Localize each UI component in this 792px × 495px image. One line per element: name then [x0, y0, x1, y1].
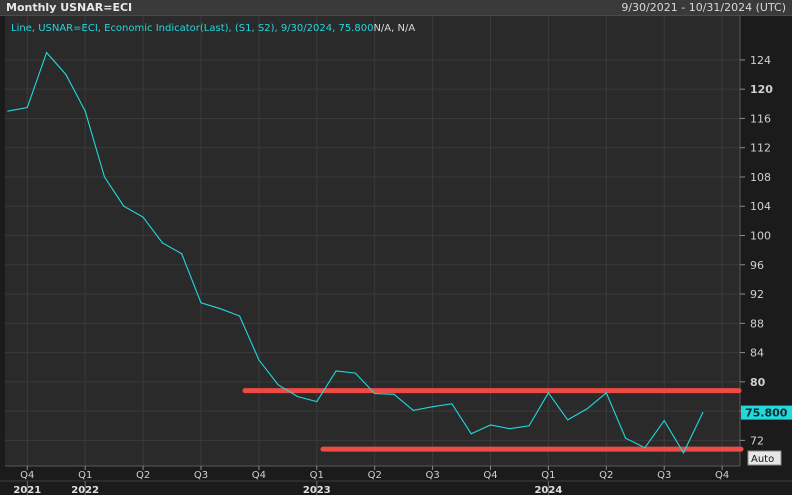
y-tick-label: 88 [750, 317, 764, 330]
data-point [663, 420, 665, 422]
line-chart: 72768084889296100104108112116120124 Q4Q1… [0, 16, 792, 495]
data-point [26, 106, 28, 109]
y-tick-label: 100 [750, 230, 771, 243]
x-tick-label: Q2 [136, 470, 150, 481]
data-point [354, 372, 356, 374]
y-tick-label: 96 [750, 259, 764, 272]
auto-button-label[interactable]: Auto [751, 454, 774, 465]
x-tick-label: Q1 [310, 470, 324, 481]
data-point [84, 110, 86, 112]
y-tick-label: 108 [750, 171, 771, 184]
plot-area [5, 16, 740, 466]
data-point [316, 401, 318, 403]
x-tick-label: Q4 [252, 470, 266, 481]
data-point [625, 437, 627, 439]
series-legend-suffix: N/A, N/A [373, 23, 415, 34]
x-tick-label: Q3 [425, 470, 439, 481]
x-tick-label: Q3 [194, 470, 208, 481]
x-tick-label: Q4 [715, 470, 729, 481]
data-point [123, 205, 125, 207]
data-point [509, 428, 511, 430]
x-tick-label: Q1 [78, 470, 92, 481]
data-point [432, 406, 434, 408]
last-value-badge: 75.800 [741, 405, 792, 420]
data-point [181, 253, 183, 255]
data-point [489, 424, 492, 426]
x-tick-label: Q4 [20, 470, 34, 481]
x-tick-label: Q4 [483, 470, 497, 481]
data-point [605, 392, 607, 394]
y-tick-label: 84 [750, 347, 764, 360]
data-point [528, 425, 530, 427]
data-point [335, 370, 337, 372]
data-point [296, 395, 299, 398]
year-tick-label: 2021 [13, 485, 41, 495]
last-value-label: 75.800 [745, 407, 788, 420]
data-point [682, 452, 685, 454]
data-point [374, 392, 376, 395]
data-point [7, 110, 9, 112]
y-tick-label: 80 [750, 376, 766, 389]
data-point [161, 242, 163, 244]
x-tick-label: Q3 [657, 470, 671, 481]
data-point [586, 408, 588, 410]
data-point [702, 411, 704, 414]
data-point [46, 51, 48, 54]
data-point [412, 409, 414, 411]
data-point [393, 393, 395, 395]
series-legend-prefix: Line, USNAR=ECI, Economic Indicator(Last… [11, 23, 373, 34]
data-point [547, 392, 550, 394]
data-point [239, 315, 241, 317]
x-tick-label: Q1 [541, 470, 555, 481]
year-tick-label: 2022 [71, 485, 99, 495]
y-tick-label: 112 [750, 142, 771, 155]
data-point [451, 403, 453, 405]
data-point [200, 302, 202, 304]
y-tick-label: 120 [750, 83, 773, 96]
x-tick-label: Q2 [368, 470, 382, 481]
series-legend: Line, USNAR=ECI, Economic Indicator(Last… [11, 23, 415, 34]
data-point [103, 176, 106, 178]
data-point [644, 447, 646, 449]
x-tick-label: Q2 [599, 470, 613, 481]
data-point [219, 308, 221, 310]
y-tick-label: 104 [750, 200, 771, 213]
y-tick-label: 92 [750, 288, 764, 301]
data-point [65, 73, 67, 76]
data-point [567, 419, 569, 421]
y-tick-label: 116 [750, 112, 771, 125]
y-tick-label: 72 [750, 434, 764, 447]
auto-button[interactable]: Auto [747, 450, 782, 466]
data-point [142, 216, 144, 218]
y-tick-label: 124 [750, 54, 771, 67]
data-point [470, 433, 472, 435]
data-point [258, 359, 260, 361]
year-tick-label: 2024 [534, 485, 562, 495]
year-tick-label: 2023 [303, 485, 331, 495]
data-point [277, 384, 279, 386]
